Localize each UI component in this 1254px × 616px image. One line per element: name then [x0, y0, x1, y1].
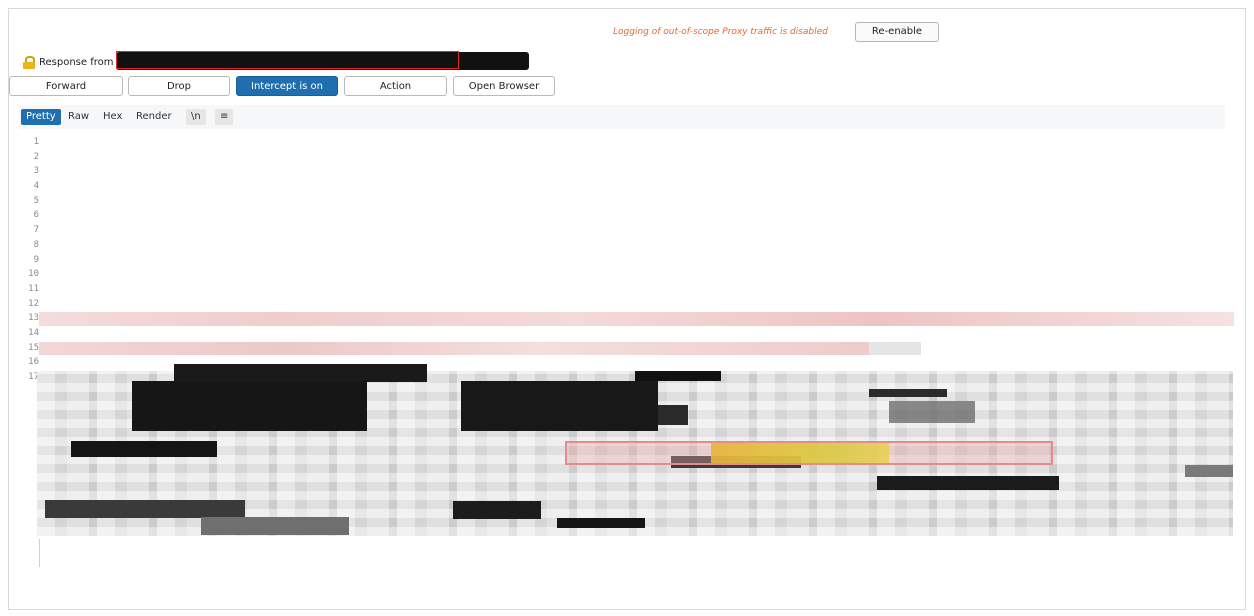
reenable-button[interactable]: Re-enable: [855, 22, 939, 42]
line-number: 16: [28, 357, 39, 368]
open-browser-button[interactable]: Open Browser: [453, 76, 555, 96]
response-from-row: Response from: [23, 54, 113, 70]
line-number: 2: [33, 151, 39, 162]
menu-icon[interactable]: ≡: [215, 109, 234, 125]
response-from-label: Response from: [39, 56, 114, 68]
newline-toggle[interactable]: \n: [186, 109, 206, 125]
tab-render[interactable]: Render: [131, 109, 177, 125]
line-number: 11: [28, 283, 39, 294]
tab-hex[interactable]: Hex: [98, 109, 127, 125]
tab-pretty[interactable]: Pretty: [21, 109, 61, 125]
line-number: 1: [33, 137, 39, 147]
action-button[interactable]: Action: [344, 76, 447, 96]
line-number: 10: [28, 269, 39, 280]
line-number: 5: [33, 195, 39, 206]
line-number: 13: [28, 313, 39, 324]
line-number: 15: [28, 342, 39, 353]
tab-raw[interactable]: Raw: [63, 109, 94, 125]
logging-disabled-message: Logging of out-of-scope Proxy traffic is…: [613, 27, 828, 37]
line-number: 6: [33, 210, 39, 221]
proxy-intercept-panel: Logging of out-of-scope Proxy traffic is…: [8, 8, 1246, 610]
lock-icon: [23, 55, 35, 69]
line-number: 9: [33, 254, 39, 265]
line-number: 7: [33, 225, 39, 236]
editor-caret: [39, 539, 40, 567]
drop-button[interactable]: Drop: [128, 76, 230, 96]
line-number: 4: [33, 181, 39, 192]
forward-button[interactable]: Forward: [9, 76, 123, 96]
line-number-gutter: 1 2 3 4 5 6 7 8 9 10 11 12 13 14 15 16 1…: [21, 135, 39, 385]
host-highlight-outline: [116, 51, 459, 69]
message-view-tabs: Pretty Raw Hex Render \n ≡: [19, 105, 1225, 129]
intercept-toggle-button[interactable]: Intercept is on: [236, 76, 338, 96]
line-number: 3: [33, 166, 39, 177]
line-number: 8: [33, 239, 39, 250]
line-number: 12: [28, 298, 39, 309]
line-number: 14: [28, 327, 39, 338]
